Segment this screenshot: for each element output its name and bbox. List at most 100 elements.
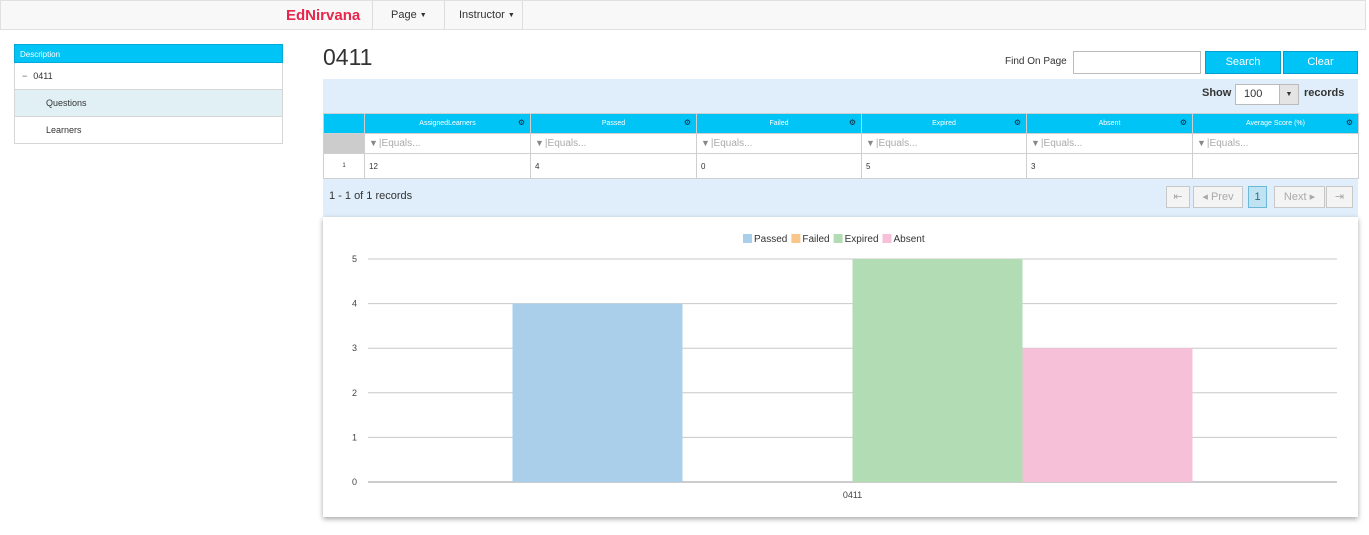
filter-icon[interactable]: ▼ bbox=[866, 138, 875, 148]
y-tick-label: 5 bbox=[352, 254, 357, 264]
find-on-page-label: Find On Page bbox=[1005, 56, 1067, 67]
show-label: Show bbox=[1202, 87, 1232, 99]
filter-icon[interactable]: ▼ bbox=[369, 138, 378, 148]
column-header-label: Average Score (%) bbox=[1245, 120, 1305, 127]
clear-button[interactable]: Clear bbox=[1283, 51, 1358, 74]
y-tick-label: 4 bbox=[352, 299, 357, 309]
column-header-label: AssignedLearners bbox=[419, 120, 476, 127]
page-menu-label: Page bbox=[391, 9, 417, 21]
description-tree: Description −0411 Questions Learners bbox=[14, 44, 283, 144]
column-header-label: Passed bbox=[601, 120, 626, 127]
instructor-menu-label: Instructor bbox=[459, 9, 505, 21]
legend-swatch bbox=[791, 234, 801, 243]
legend-label: Failed bbox=[802, 234, 829, 245]
filter-cell[interactable]: ▼|Equals... bbox=[1026, 133, 1193, 154]
grid-panel: Show 100 ▼ records AssignedLearners ⚙ Pas… bbox=[323, 79, 1359, 217]
legend-label: Absent bbox=[894, 234, 925, 245]
filter-placeholder: Equals... bbox=[878, 138, 918, 149]
table-header-row: AssignedLearners ⚙ Passed ⚙ Failed ⚙ Expire… bbox=[323, 113, 1359, 134]
gear-icon[interactable]: ⚙ bbox=[1180, 118, 1187, 127]
gear-icon[interactable]: ⚙ bbox=[1346, 118, 1353, 127]
filter-cell[interactable]: ▼|Equals... bbox=[861, 133, 1027, 154]
tree-item-label: Learners bbox=[46, 125, 82, 135]
legend-swatch bbox=[743, 234, 752, 243]
next-page-button[interactable]: Next ▸ bbox=[1274, 186, 1325, 208]
table-cell: 3 bbox=[1026, 153, 1193, 179]
filter-cell[interactable]: ▼|Equals... bbox=[364, 133, 531, 154]
table-cell: 0 bbox=[696, 153, 862, 179]
row-index-header bbox=[323, 113, 365, 134]
table-cell: 4 bbox=[530, 153, 697, 179]
results-chart: 0 1 2 3 4 5 0411 Passed Failed Expired Absent bbox=[323, 217, 1358, 517]
tree-header: Description bbox=[14, 44, 283, 63]
filter-placeholder: Equals... bbox=[1043, 138, 1083, 149]
column-header-expired[interactable]: Expired ⚙ bbox=[861, 113, 1027, 134]
column-header-label: Failed bbox=[769, 120, 789, 127]
y-tick-label: 3 bbox=[352, 343, 357, 353]
column-header-passed[interactable]: Passed ⚙ bbox=[530, 113, 697, 134]
page-size-control: Show 100 ▼ records bbox=[1202, 84, 1350, 106]
tree-item-label: Questions bbox=[46, 98, 87, 108]
filter-placeholder: Equals... bbox=[713, 138, 753, 149]
column-header-failed[interactable]: Failed ⚙ bbox=[696, 113, 862, 134]
results-table: AssignedLearners ⚙ Passed ⚙ Failed ⚙ Expire… bbox=[323, 113, 1359, 179]
gear-icon[interactable]: ⚙ bbox=[849, 118, 856, 127]
column-header-absent[interactable]: Absent ⚙ bbox=[1026, 113, 1193, 134]
tree-item-questions[interactable]: Questions bbox=[14, 90, 283, 117]
bar-chart-svg: 0 1 2 3 4 5 0411 Passed Failed Expired Absent bbox=[352, 234, 1337, 500]
table-cell: 12 bbox=[364, 153, 531, 179]
tree-item-root[interactable]: −0411 bbox=[14, 63, 283, 90]
table-row[interactable]: 1 12 4 0 5 3 bbox=[323, 153, 1359, 179]
brand-logo[interactable]: EdNirvana bbox=[286, 7, 360, 24]
column-header-average-score[interactable]: Average Score (%) ⚙ bbox=[1192, 113, 1359, 134]
caret-down-icon: ▼ bbox=[419, 12, 427, 19]
pager: ⇤ ◂ Prev 1 Next ▸ ⇥ bbox=[1166, 186, 1355, 208]
filter-row: ▼|Equals... ▼|Equals... ▼|Equals... ▼|Eq… bbox=[323, 133, 1359, 154]
filter-icon[interactable]: ▼ bbox=[535, 138, 544, 148]
gear-icon[interactable]: ⚙ bbox=[518, 118, 525, 127]
page-title: 0411 bbox=[323, 44, 373, 70]
collapse-icon[interactable]: − bbox=[22, 71, 27, 81]
filter-cell[interactable]: ▼|Equals... bbox=[530, 133, 697, 154]
instructor-menu[interactable]: Instructor ▼ bbox=[444, 1, 523, 29]
bar-passed bbox=[512, 303, 683, 482]
y-tick-label: 2 bbox=[352, 388, 357, 398]
page-menu[interactable]: Page ▼ bbox=[372, 1, 445, 29]
filter-cell[interactable]: ▼|Equals... bbox=[696, 133, 862, 154]
first-page-button[interactable]: ⇤ bbox=[1166, 186, 1190, 208]
search-button[interactable]: Search bbox=[1205, 51, 1281, 74]
filter-icon[interactable]: ▼ bbox=[1197, 138, 1206, 148]
y-tick-label: 1 bbox=[352, 432, 357, 442]
table-cell: 5 bbox=[861, 153, 1027, 179]
filter-icon[interactable]: ▼ bbox=[701, 138, 710, 148]
filter-icon[interactable]: ▼ bbox=[1031, 138, 1040, 148]
column-header-assignedlearners[interactable]: AssignedLearners ⚙ bbox=[364, 113, 531, 134]
filter-placeholder: Equals... bbox=[1209, 138, 1249, 149]
tree-root-label: 0411 bbox=[33, 71, 53, 81]
caret-down-icon: ▼ bbox=[507, 12, 515, 19]
gear-icon[interactable]: ⚙ bbox=[1014, 118, 1021, 127]
dropdown-arrow-icon[interactable]: ▼ bbox=[1279, 85, 1298, 104]
x-tick-label: 0411 bbox=[843, 490, 862, 500]
table-cell bbox=[1192, 153, 1359, 179]
y-tick-label: 0 bbox=[352, 477, 357, 487]
legend-swatch bbox=[833, 234, 843, 243]
page-size-value: 100 bbox=[1244, 88, 1263, 100]
legend-label: Expired bbox=[845, 234, 879, 245]
tree-item-learners[interactable]: Learners bbox=[14, 117, 283, 144]
bar-absent bbox=[1022, 348, 1193, 482]
filter-placeholder: Equals... bbox=[547, 138, 587, 149]
column-header-label: Expired bbox=[932, 120, 956, 127]
bar-expired bbox=[852, 259, 1023, 482]
gear-icon[interactable]: ⚙ bbox=[684, 118, 691, 127]
page-1-button[interactable]: 1 bbox=[1248, 186, 1267, 208]
legend-swatch bbox=[882, 234, 892, 243]
page-size-select[interactable]: 100 ▼ bbox=[1235, 84, 1299, 105]
find-on-page-input[interactable] bbox=[1073, 51, 1201, 74]
filter-index-cell bbox=[323, 133, 365, 154]
filter-cell[interactable]: ▼|Equals... bbox=[1192, 133, 1359, 154]
prev-page-button[interactable]: ◂ Prev bbox=[1193, 186, 1243, 208]
last-page-button[interactable]: ⇥ bbox=[1326, 186, 1353, 208]
records-info: 1 - 1 of 1 records bbox=[329, 190, 413, 202]
column-header-label: Absent bbox=[1098, 120, 1121, 127]
